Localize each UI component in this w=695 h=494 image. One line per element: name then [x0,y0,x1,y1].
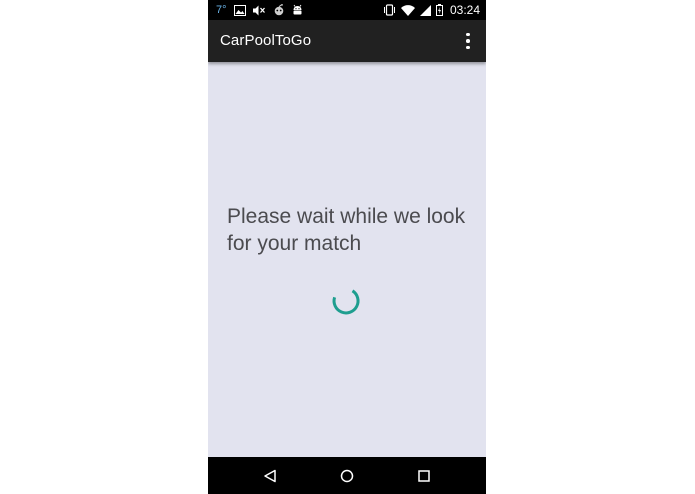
app-bar: CarPoolToGo [208,20,486,62]
temperature-label: 7° [216,4,227,16]
alien-icon [273,4,285,16]
image-icon [233,4,246,16]
vibrate-icon [383,4,396,16]
signal-icon [419,4,431,16]
home-icon [340,469,354,482]
loading-spinner-icon [330,285,362,317]
wifi-icon [400,4,415,16]
back-icon [264,469,276,482]
navigation-bar [208,457,486,494]
recents-button[interactable] [404,457,444,494]
menu-dot [466,32,470,37]
status-system-icons: 03:24 [383,2,480,18]
mute-icon [252,5,266,16]
battery-icon [435,4,443,16]
android-icon [292,4,303,16]
clock: 03:24 [449,3,480,17]
recents-icon [418,469,430,482]
main-content: Please wait while we look for your match [208,62,486,457]
phone-screen: 7° 03:24 CarPoolToGo Please wait while w… [208,0,486,494]
app-title: CarPoolToGo [220,32,312,49]
status-bar: 7° 03:24 [208,0,486,20]
overflow-menu-icon[interactable] [460,31,476,51]
home-button[interactable] [327,457,367,494]
wait-message: Please wait while we look for your match [227,205,466,255]
menu-dot [466,39,470,43]
status-notifications: 7° [216,2,303,18]
back-button[interactable] [250,457,290,494]
menu-dot [466,45,470,50]
